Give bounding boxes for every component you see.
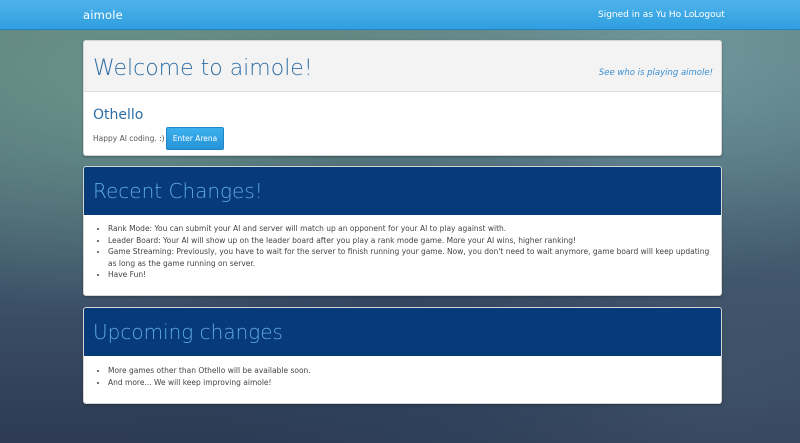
upcoming-changes-header: Upcoming changes	[84, 308, 721, 356]
recent-changes-list: Rank Mode: You can submit your AI and se…	[84, 223, 721, 281]
see-who-playing-link[interactable]: See who is playing aimole!	[599, 68, 713, 78]
welcome-panel: Welcome to aimole! See who is playing ai…	[83, 40, 722, 156]
page-title: Welcome to aimole!	[93, 56, 313, 81]
logout-link[interactable]: Logout	[694, 10, 725, 20]
recent-changes-heading: Recent Changes!	[93, 179, 263, 203]
brand-link[interactable]: aimole	[83, 8, 123, 22]
list-item: More games other than Othello will be av…	[108, 365, 311, 377]
signed-in-user[interactable]: Signed in as Yu Ho Lo	[598, 10, 694, 20]
recent-changes-panel: Recent Changes! Rank Mode: You can submi…	[83, 166, 722, 296]
navbar: aimole Signed in as Yu Ho Lo Logout	[0, 0, 800, 30]
recent-changes-header: Recent Changes!	[84, 167, 721, 215]
list-item: Leader Board: Your AI will show up on th…	[108, 235, 713, 247]
game-title: Othello	[93, 107, 144, 123]
enter-arena-button[interactable]: Enter Arena	[166, 127, 224, 150]
upcoming-changes-panel: Upcoming changes More games other than O…	[83, 307, 722, 404]
list-item: Have Fun!	[108, 269, 713, 281]
list-item: And more... We will keep improving aimol…	[108, 377, 311, 389]
welcome-header: Welcome to aimole! See who is playing ai…	[84, 41, 721, 92]
upcoming-changes-list: More games other than Othello will be av…	[84, 365, 319, 388]
list-item: Rank Mode: You can submit your AI and se…	[108, 223, 713, 235]
upcoming-changes-heading: Upcoming changes	[93, 320, 283, 344]
tagline-text: Happy AI coding. :)	[93, 134, 165, 143]
list-item: Game Streaming: Previously, you have to …	[108, 246, 713, 269]
